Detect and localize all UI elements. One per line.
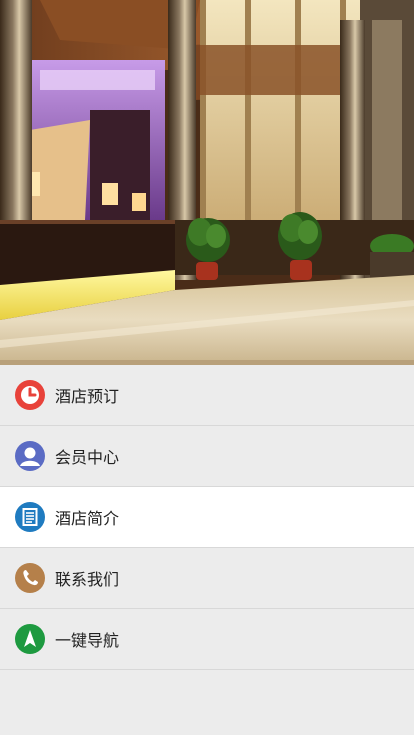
hero-image [0,0,414,365]
menu-item-label: 酒店预订 [55,387,120,406]
phone-icon [15,563,45,593]
menu-item-label: 酒店简介 [55,509,120,528]
menu-item-hotel-booking[interactable]: 酒店预订 [0,365,414,426]
menu-item-hotel-intro[interactable]: 酒店简介 [0,487,414,548]
menu-item-label: 会员中心 [55,448,120,467]
menu-item-label: 联系我们 [55,570,120,589]
document-icon [15,502,45,532]
hotel-lobby-photo [0,0,414,365]
menu-item-member-center[interactable]: 会员中心 [0,426,414,487]
menu-item-navigation[interactable]: 一键导航 [0,609,414,670]
menu-item-contact-us[interactable]: 联系我们 [0,548,414,609]
main-menu: 酒店预订 会员中心 酒店简介 联系我们 一键导航 [0,365,414,670]
page: 酒店预订 会员中心 酒店简介 联系我们 一键导航 [0,0,414,735]
menu-item-label: 一键导航 [55,631,120,650]
navigation-arrow-icon [15,624,45,654]
clock-icon [15,380,45,410]
user-icon [15,441,45,471]
